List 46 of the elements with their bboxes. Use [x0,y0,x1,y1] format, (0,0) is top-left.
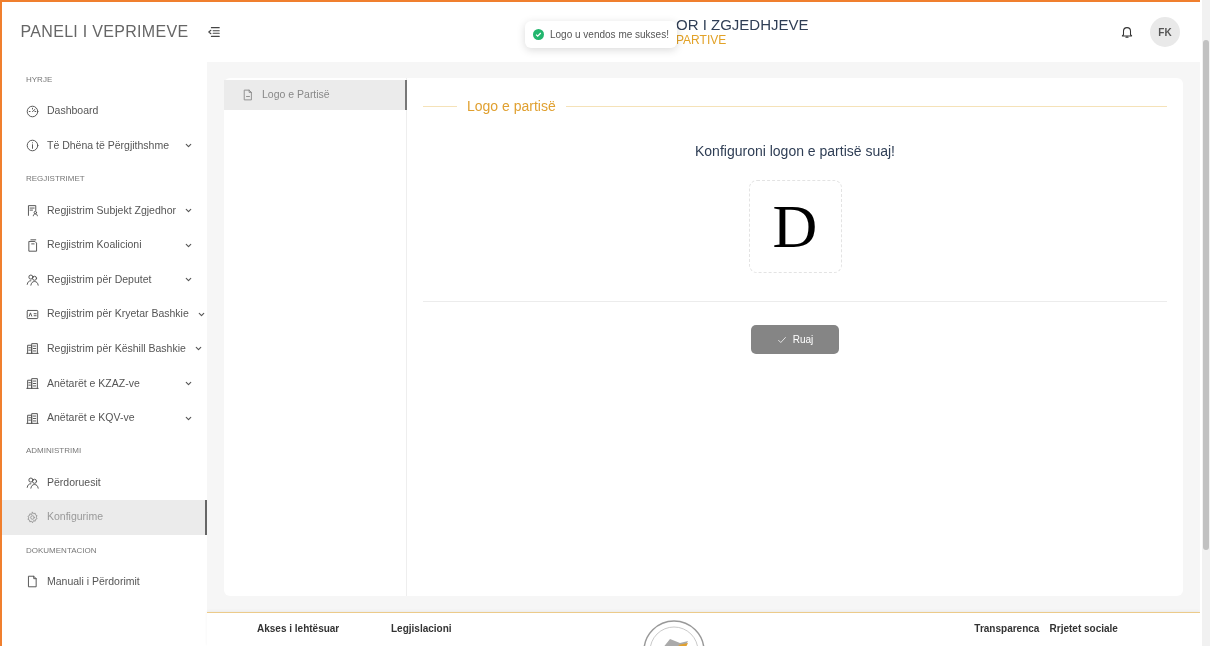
footer-heading: Legjislacioni [391,622,453,636]
footer-heading: Rrjetet sociale [1049,622,1119,636]
file-icon [26,575,39,589]
sidebar-item[interactable]: Të Dhëna të Përgjithshme [2,128,207,164]
id-card-icon [26,307,39,321]
menu-collapse-icon[interactable] [207,25,221,39]
info-icon [26,139,39,153]
party-logo-upload[interactable]: D [748,180,842,273]
scrollbar-thumb[interactable] [1203,40,1209,550]
check-icon [776,334,787,345]
user-avatar[interactable]: FK [1150,17,1180,47]
page-subtitle: PARTIVE [676,33,728,48]
notification-bell-icon[interactable] [1120,25,1134,39]
people-icon [26,273,39,287]
sidebar-item[interactable]: Anëtarët e KQV-ve [2,400,207,436]
section-heading: DOKUMENTACION [25,544,98,557]
footer-heading: Akses i lehtësuar [257,622,341,636]
people-icon [26,476,39,490]
building-icon [26,411,39,425]
footer-heading: Transparenca [974,622,1041,636]
sidebar-item[interactable]: Përdoruesit [2,465,207,500]
building-icon [26,342,39,356]
sidebar-item[interactable]: Regjistrim Koalicioni [2,227,207,263]
section-heading: REGJISTRIMET [25,173,86,186]
page-title: OR I ZGJEDHJEVE [676,16,810,34]
app-title: PANELI I VEPRIMEVE [19,22,190,42]
building-icon [26,376,39,390]
instruction-text: Konfiguroni logon e partisë suaj! [694,142,896,161]
sidebar-item[interactable]: Regjistrim për Kryetar Bashkie [2,296,207,332]
save-button[interactable]: Ruaj [750,325,840,354]
sidebar-item[interactable]: Regjistrim për Këshill Bashkie [2,331,207,367]
sidebar-item[interactable]: Anëtarët e KZAZ-ve [2,366,207,401]
section-heading: HYRJE [25,74,54,86]
sidebar-item[interactable]: Manuali i Përdorimit [2,564,207,600]
sidebar-item[interactable]: Regjistrim Subjekt Zgjedhor [2,193,207,228]
section-heading: ADMINISTRIMI [25,445,83,458]
person-form-icon [26,204,39,217]
sidebar-item[interactable]: Regjistrim për Deputet [2,262,207,297]
gauge-icon [26,104,39,118]
section-legend: Logo e partisë [467,96,556,117]
toast-message: Logo u vendos me sukses! [550,28,669,42]
success-check-icon [533,29,544,40]
file-icon [242,89,254,101]
document-icon [26,238,39,252]
sidebar-item[interactable]: Dashboard [2,94,207,129]
settings-icon [26,510,39,524]
